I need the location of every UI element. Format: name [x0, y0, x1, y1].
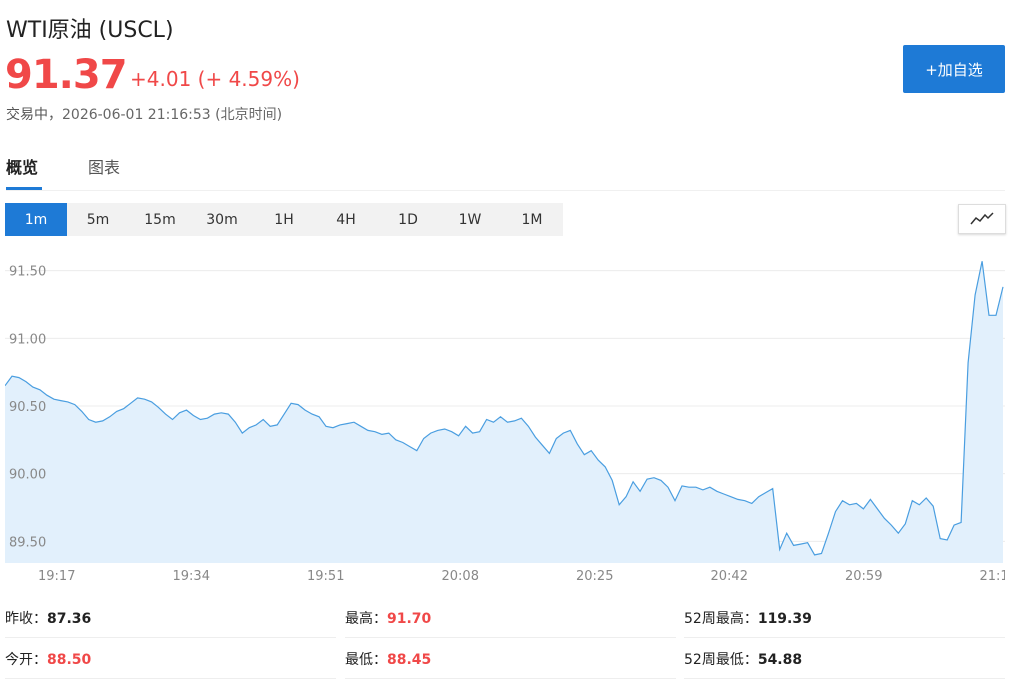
stat-high: 最高：91.70	[345, 608, 431, 628]
active-tab-indicator	[6, 187, 42, 190]
stat-label: 今开：	[5, 652, 47, 668]
x-tick-label: 20:08	[442, 569, 479, 584]
tab-chart[interactable]: 图表	[88, 154, 120, 178]
price-change: +4.01 (+ 4.59%)	[130, 67, 300, 91]
stat-value: 88.45	[387, 652, 432, 668]
stat-52w-low: 52周最低：54.88	[684, 649, 802, 669]
stat-label: 昨收：	[5, 611, 47, 627]
stat-value: 54.88	[757, 652, 803, 668]
tab-bar: 概览 图表	[6, 150, 1005, 191]
last-price: 91.37	[5, 52, 128, 98]
interval-1w[interactable]: 1W	[439, 203, 501, 236]
interval-1d[interactable]: 1D	[377, 203, 439, 236]
instrument-title: WTI原油 (USCL)	[6, 18, 174, 43]
line-chart-icon	[970, 212, 994, 225]
interval-15m[interactable]: 15m	[129, 203, 191, 236]
x-tick-label: 20:25	[576, 569, 613, 584]
y-tick-label: 91.00	[9, 332, 46, 347]
stat-low: 最低：88.45	[345, 649, 431, 669]
y-tick-label: 89.50	[9, 535, 46, 550]
x-tick-label: 20:42	[711, 569, 748, 584]
stats-row: 昨收：87.36 最高：91.70 52周最高：119.39	[5, 598, 1005, 638]
stat-label: 最高：	[345, 611, 387, 627]
status-label: 交易中，	[6, 107, 62, 123]
y-tick-label: 91.50	[9, 265, 46, 280]
tab-overview[interactable]: 概览	[6, 154, 38, 178]
x-tick-label: 19:51	[307, 569, 344, 584]
y-tick-label: 90.00	[9, 468, 46, 483]
trading-status: 交易中，2026-06-01 21:16:53 (北京时间)	[6, 104, 282, 124]
stat-label: 52周最低：	[684, 652, 758, 668]
interval-30m[interactable]: 30m	[191, 203, 253, 236]
interval-5m[interactable]: 5m	[67, 203, 129, 236]
interval-1m[interactable]: 1m	[5, 203, 67, 236]
y-tick-label: 90.50	[9, 400, 46, 415]
timestamp: 2026-06-01 21:16:53 (北京时间)	[62, 107, 283, 123]
interval-1h[interactable]: 1H	[253, 203, 315, 236]
price-chart: 91.50 91.00 90.50 90.00 89.50 19:17 19:34 19:51…	[5, 249, 1005, 591]
stats-row: 今开：88.50 最低：88.45 52周最低：54.88	[5, 639, 1005, 679]
stat-value: 87.36	[47, 611, 92, 627]
x-tick-label: 19:17	[38, 569, 75, 584]
interval-1mo[interactable]: 1M	[501, 203, 563, 236]
interval-selector: 1m 5m 15m 30m 1H 4H 1D 1W 1M	[5, 203, 563, 236]
stat-value: 119.39	[757, 611, 812, 627]
stat-value: 88.50	[47, 652, 92, 668]
stat-open: 今开：88.50	[5, 649, 91, 669]
stat-prev-close: 昨收：87.36	[5, 608, 91, 628]
price-chart-svg: 91.50 91.00 90.50 90.00 89.50 19:17 19:34 19:51…	[5, 249, 1006, 584]
add-watchlist-button[interactable]: +加自选	[903, 45, 1005, 93]
stat-label: 52周最高：	[684, 611, 758, 627]
stat-value: 91.70	[387, 611, 432, 627]
interval-4h[interactable]: 4H	[315, 203, 377, 236]
x-tick-label: 19:34	[173, 569, 210, 584]
x-tick-label: 21:1	[980, 569, 1006, 584]
chart-type-toggle[interactable]	[958, 204, 1006, 234]
x-tick-label: 20:59	[845, 569, 882, 584]
stat-label: 最低：	[345, 652, 387, 668]
stat-52w-high: 52周最高：119.39	[684, 608, 812, 628]
